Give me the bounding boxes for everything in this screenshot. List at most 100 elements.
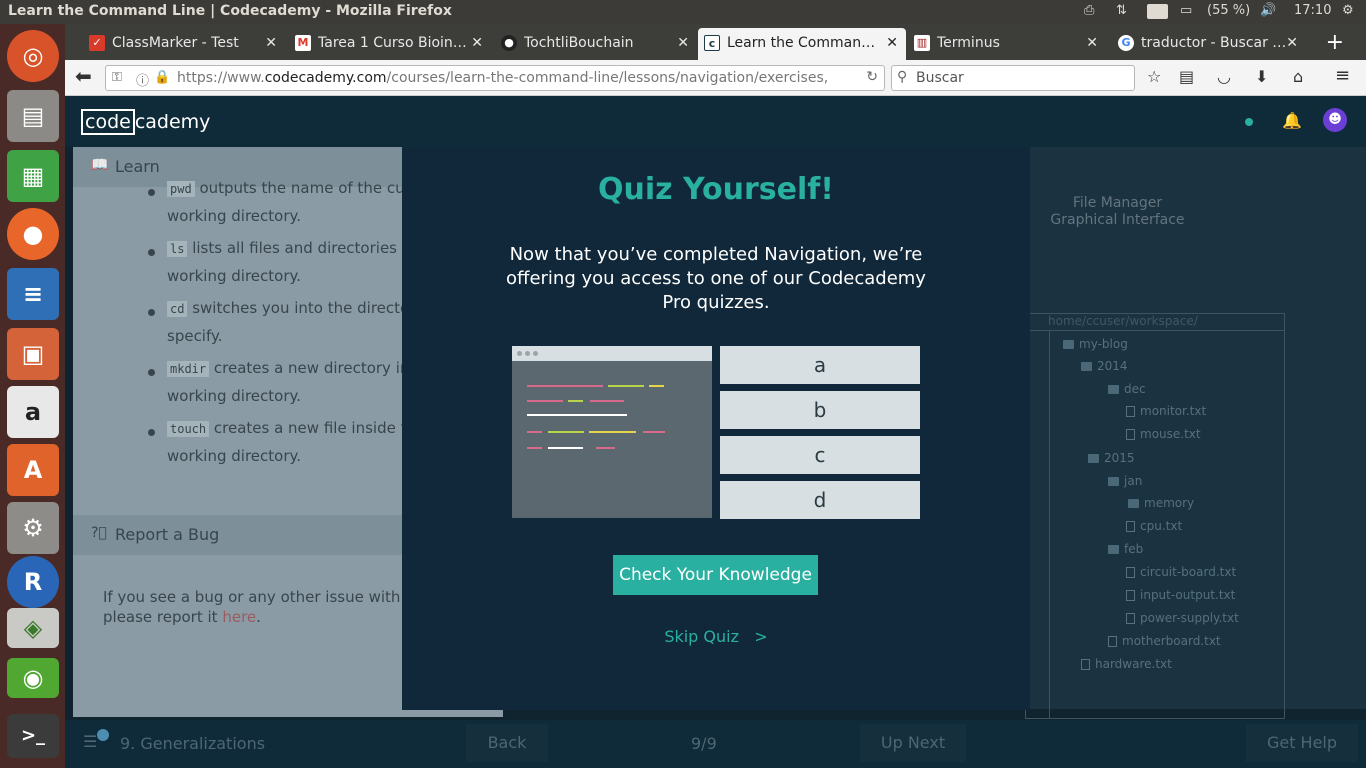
quiz-modal: Quiz Yourself! Now that you’ve completed…	[402, 147, 1030, 710]
notification-bell-icon[interactable]: 🔔	[1282, 111, 1302, 130]
file-icon	[1126, 406, 1135, 417]
terminal-icon[interactable]: >_	[7, 714, 59, 758]
software-center-icon[interactable]: A	[7, 444, 59, 496]
codecademy-logo[interactable]: code cademy	[81, 109, 210, 135]
terminus-favicon-icon: ▥	[914, 35, 930, 51]
close-tab-icon[interactable]: ✕	[1286, 35, 1298, 51]
quiz-option-d: d	[720, 481, 920, 519]
lesson-name[interactable]: 9. Generalizations	[120, 734, 265, 753]
tree-file[interactable]: motherboard.txt	[1108, 634, 1221, 648]
tree-folder[interactable]: memory	[1128, 496, 1194, 510]
clock[interactable]: 17:10	[1294, 3, 1331, 18]
volume-icon[interactable]: 🔊	[1260, 3, 1276, 18]
keyboard-layout-indicator[interactable]: Es	[1147, 4, 1168, 19]
calc-spreadsheet-icon[interactable]: ▦	[7, 150, 59, 202]
quiz-option-b: b	[720, 391, 920, 429]
spotify-icon[interactable]: ◉	[7, 658, 59, 698]
printer-icon[interactable]: ⎙	[1084, 3, 1094, 18]
progress-dot-icon	[97, 729, 109, 741]
tree-file[interactable]: mouse.txt	[1126, 427, 1201, 441]
tree-file[interactable]: input-output.txt	[1126, 588, 1235, 602]
file-manager-title: File Manager Graphical Interface	[1050, 195, 1185, 228]
close-tab-icon[interactable]: ✕	[265, 35, 277, 51]
back-button[interactable]: Back	[466, 724, 548, 762]
browser-nav-bar: ⬅ ⚿ ⓘ 🔒 https://www.codecademy.com/cours…	[65, 60, 1366, 96]
report-bug-link[interactable]: here	[222, 608, 256, 626]
new-tab-button[interactable]: +	[1326, 30, 1344, 55]
file-icon	[1081, 659, 1090, 670]
quiz-option-c: c	[720, 436, 920, 474]
reload-icon[interactable]: ↻	[866, 69, 878, 85]
tab-gmail[interactable]: M Tarea 1 Curso Bioin… ✕	[289, 28, 491, 60]
tab-label: Tarea 1 Curso Bioin…	[318, 35, 467, 51]
stacked-apps-icon[interactable]: ◈	[7, 608, 59, 648]
folder-icon	[1081, 362, 1092, 371]
tree-file[interactable]: cpu.txt	[1126, 519, 1182, 533]
lesson-progress: 9/9	[691, 734, 717, 753]
tab-github[interactable]: ● TochtliBouchain ✕	[495, 28, 697, 60]
tree-folder[interactable]: 2015	[1088, 451, 1135, 465]
lesson-menu-icon[interactable]: ☰	[83, 732, 97, 751]
user-avatar[interactable]: ☻	[1323, 108, 1347, 132]
tab-classmarker[interactable]: ✓ ClassMarker - Test ✕	[83, 28, 285, 60]
downloads-icon[interactable]: ⬇	[1255, 67, 1268, 86]
folder-icon	[1088, 454, 1099, 463]
tab-codecademy[interactable]: c Learn the Comman… ✕	[698, 28, 906, 60]
search-bar[interactable]: ⚲ Buscar	[891, 65, 1135, 91]
skip-quiz-link[interactable]: Skip Quiz >	[402, 627, 1030, 646]
close-tab-icon[interactable]: ✕	[886, 35, 898, 51]
get-help-button[interactable]: Get Help	[1246, 724, 1358, 762]
amazon-icon[interactable]: a	[7, 386, 59, 438]
window-titlebar	[512, 346, 712, 361]
book-icon: 📖	[91, 157, 109, 173]
classmarker-favicon-icon: ✓	[89, 35, 105, 51]
url-text: https://www.codecademy.com/courses/learn…	[177, 70, 829, 86]
bullet-icon	[148, 249, 155, 256]
close-tab-icon[interactable]: ✕	[1086, 35, 1098, 51]
files-icon[interactable]: ▤	[7, 90, 59, 142]
github-favicon-icon: ●	[501, 35, 517, 51]
up-next-button[interactable]: Up Next	[860, 724, 966, 762]
tree-file[interactable]: power-supply.txt	[1126, 611, 1239, 625]
url-bar[interactable]: ⚿ ⓘ 🔒 https://www.codecademy.com/courses…	[105, 65, 885, 91]
r-language-icon[interactable]: R	[7, 556, 59, 608]
home-icon[interactable]: ⌂	[1293, 67, 1303, 86]
check-your-knowledge-button[interactable]: Check Your Knowledge	[613, 555, 818, 595]
close-tab-icon[interactable]: ✕	[471, 35, 483, 51]
tab-label: traductor - Buscar …	[1141, 35, 1285, 51]
info-icon[interactable]: ⓘ	[136, 70, 149, 89]
pocket-icon[interactable]: ◡	[1217, 67, 1231, 86]
tab-terminus[interactable]: ▥ Terminus ✕	[908, 28, 1106, 60]
network-icon[interactable]: ⇅	[1116, 3, 1127, 18]
tree-file[interactable]: hardware.txt	[1081, 657, 1172, 671]
tree-file[interactable]: circuit-board.txt	[1126, 565, 1236, 579]
firefox-icon[interactable]: ●	[7, 208, 59, 260]
impress-presentation-icon[interactable]: ▣	[7, 328, 59, 380]
bookmark-star-icon[interactable]: ☆	[1147, 67, 1161, 86]
reading-list-icon[interactable]: ▤	[1179, 67, 1194, 86]
folder-icon	[1108, 545, 1119, 554]
settings-gear-icon[interactable]: ⚙	[1342, 3, 1354, 18]
close-tab-icon[interactable]: ✕	[677, 35, 689, 51]
tree-folder[interactable]: feb	[1108, 542, 1143, 556]
tree-folder[interactable]: 2014	[1081, 359, 1128, 373]
tab-google[interactable]: G traductor - Buscar … ✕	[1112, 28, 1306, 60]
menu-hamburger-icon[interactable]: ≡	[1335, 65, 1350, 86]
file-icon	[1126, 429, 1135, 440]
battery-icon[interactable]: ▭	[1180, 3, 1192, 18]
tree-file[interactable]: monitor.txt	[1126, 404, 1206, 418]
back-arrow-icon[interactable]: ⬅	[75, 64, 92, 88]
file-tree-path: home/ccuser/workspace/	[1048, 314, 1198, 328]
tree-folder[interactable]: jan	[1108, 474, 1142, 488]
writer-document-icon[interactable]: ≡	[7, 268, 59, 320]
ubuntu-logo-icon[interactable]: ◎	[7, 30, 59, 82]
system-settings-icon[interactable]: ⚙	[7, 502, 59, 554]
tree-folder[interactable]: dec	[1108, 382, 1146, 396]
tree-folder[interactable]: my-blog	[1063, 337, 1128, 351]
modal-description: Now that you’ve completed Navigation, we…	[506, 244, 926, 313]
file-icon	[1126, 567, 1135, 578]
browser-tab-bar: ✓ ClassMarker - Test ✕ M Tarea 1 Curso B…	[65, 24, 1366, 60]
bullet-icon	[148, 369, 155, 376]
battery-percent: (55 %)	[1207, 3, 1251, 18]
search-icon: ⚲	[897, 69, 908, 85]
